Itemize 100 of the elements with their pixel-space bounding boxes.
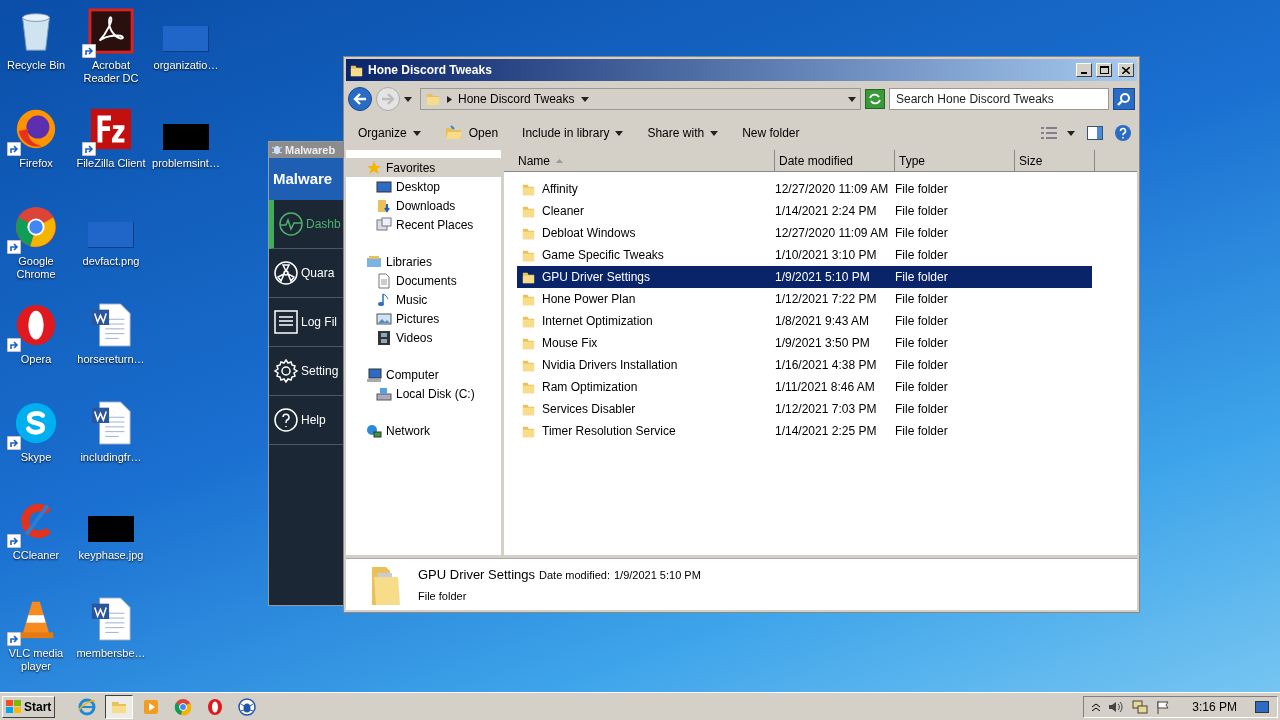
pdf-logo-icon (88, 8, 134, 54)
close-icon (1122, 66, 1130, 74)
column-header[interactable]: Type (895, 150, 1015, 171)
nav-item[interactable]: Desktop (346, 177, 501, 196)
toolbar-button[interactable]: Share with (637, 121, 729, 145)
start-button[interactable]: Start (2, 695, 56, 718)
desktop-icon-label[interactable]: keyphase.jpg (78, 549, 144, 562)
nav-group-item[interactable]: Favorites (346, 158, 501, 177)
date-value: 1/9/2021 5:10 PM (614, 567, 701, 583)
date-cell-text: 1/8/2021 9:43 AM (775, 313, 871, 330)
file-row[interactable]: Cleaner 1/14/2021 2:24 PM File folder (517, 200, 1092, 222)
desktop-icon-label[interactable]: Firefox (19, 157, 53, 170)
column-header[interactable]: Size (1015, 150, 1095, 171)
column-header[interactable]: Date modified (775, 150, 895, 171)
nav-item[interactable]: Downloads (346, 196, 501, 215)
type-cell-text: File folder (895, 291, 949, 308)
window-title: Hone Discord Tweaks (368, 62, 493, 79)
desktop-icon-label[interactable]: Acrobat Reader DC (73, 59, 149, 85)
file-row[interactable]: Timer Resolution Service 1/14/2021 2:25 PM File folder (517, 420, 1092, 442)
search-field[interactable]: Search Hone Discord Tweaks (889, 88, 1109, 110)
date-cell-text: 1/14/2021 2:25 PM (775, 423, 878, 440)
file-row[interactable]: Ram Optimization 1/11/2021 8:46 AM File folder (517, 376, 1092, 398)
folder-icon (425, 91, 441, 107)
desktop-icon-label[interactable]: FileZilla Client (76, 157, 146, 170)
date-cell-text: 1/16/2021 4:38 PM (775, 357, 878, 374)
file-row[interactable]: Game Specific Tweaks 1/10/2021 3:10 PM File folder (517, 244, 1092, 266)
image-thumbnail-icon (163, 124, 209, 150)
maximize-icon (1099, 66, 1109, 74)
document-icon (376, 272, 392, 289)
desktop-icon-label[interactable]: includingfr… (80, 451, 142, 464)
desktop-icon-label[interactable]: organizatio… (153, 59, 219, 72)
date-cell-text: 1/10/2021 3:10 PM (775, 247, 878, 264)
file-row[interactable]: Internet Optimization 1/8/2021 9:43 AM File folder (517, 310, 1092, 332)
toolbar-button[interactable]: Organize (348, 121, 431, 145)
nav-group-item[interactable]: Network (346, 421, 501, 440)
maximize-button[interactable] (1096, 63, 1112, 77)
desktop-icon-label[interactable]: CCleaner (12, 549, 60, 562)
file-row[interactable]: GPU Driver Settings 1/9/2021 5:10 PM File folder (517, 266, 1092, 288)
show-desktop-icon[interactable] (1255, 700, 1269, 713)
item-name: GPU Driver Settings (418, 565, 536, 584)
open-folder-icon (444, 125, 463, 141)
back-arrow-icon (353, 93, 367, 105)
ie-icon (78, 697, 97, 716)
toolbar-button[interactable]: New folder (732, 121, 810, 145)
type-cell-text: File folder (895, 379, 949, 396)
desktop-icon-label[interactable]: problemsint… (152, 157, 220, 170)
nav-item[interactable]: Pictures (346, 309, 501, 328)
file-row[interactable]: Debloat Windows 12/27/2020 11:09 AM File folder (517, 222, 1092, 244)
type-cell-text: File folder (895, 203, 949, 220)
chrome-icon (13, 204, 59, 250)
desktop-icon-label[interactable]: Skype (20, 451, 52, 464)
nav-group-item[interactable]: Libraries (346, 252, 501, 271)
network-icon (366, 422, 382, 439)
nav-item[interactable]: Local Disk (C:) (346, 384, 501, 403)
file-row[interactable]: Mouse Fix 1/9/2021 3:50 PM File folder (517, 332, 1092, 354)
file-row[interactable]: Nvidia Drivers Installation 1/16/2021 4:38 PM File folder (517, 354, 1092, 376)
pulse-icon (278, 211, 304, 237)
chevron-up-icon[interactable] (1092, 702, 1101, 711)
file-row[interactable]: Services Disabler 1/12/2021 7:03 PM File folder (517, 398, 1092, 420)
nav-group-item[interactable]: Computer (346, 365, 501, 384)
desktop-icon-label[interactable]: Google Chrome (0, 255, 74, 281)
type-cell-text: File folder (895, 313, 949, 330)
address-bar[interactable]: Hone Discord Tweaks (420, 88, 861, 110)
desktop-icon-label[interactable]: horsereturn… (77, 353, 145, 366)
nav-item[interactable]: Documents (346, 271, 501, 290)
file-row[interactable]: Affinity 12/27/2020 11:09 AM File folder (517, 178, 1092, 200)
desktop-icon-label[interactable]: membersbe… (76, 647, 146, 660)
image-thumbnail-icon (88, 516, 134, 542)
image-thumbnail-icon (163, 26, 209, 52)
file-name: Services Disabler (542, 401, 636, 418)
back-button[interactable] (348, 87, 372, 111)
nav-item[interactable]: Videos (346, 328, 501, 347)
taskbar-app-button[interactable] (105, 694, 134, 719)
close-button[interactable] (1118, 63, 1134, 77)
bug-icon (271, 144, 283, 156)
minimize-button[interactable] (1076, 63, 1092, 77)
desktop-icon-label[interactable]: VLC media player (0, 647, 74, 673)
file-row[interactable]: Hone Power Plan 1/12/2021 7:22 PM File folder (517, 288, 1092, 310)
nav-item[interactable]: Dashb (269, 200, 343, 249)
search-button[interactable] (1113, 88, 1135, 110)
column-header[interactable]: Name (504, 150, 775, 171)
filezilla-icon (88, 106, 134, 152)
desktop-icon-label[interactable]: devfact.png (82, 255, 140, 268)
desktop-icon-label[interactable]: Opera (20, 353, 52, 366)
refresh-button[interactable] (865, 89, 885, 109)
logo-text: Malware (273, 168, 333, 189)
clock[interactable]: 3:16 PM (1192, 697, 1237, 716)
speaker-icon[interactable] (1108, 699, 1125, 714)
network-icon[interactable] (1132, 699, 1149, 714)
nav-item[interactable]: Music (346, 290, 501, 309)
date-cell-text: 1/11/2021 8:46 AM (775, 379, 876, 396)
star-icon (366, 159, 382, 176)
library-icon (366, 253, 382, 270)
desktop-icon-label[interactable]: Recycle Bin (6, 59, 66, 72)
toolbar-button[interactable]: Include in library (512, 121, 634, 145)
flag-icon[interactable] (1156, 699, 1171, 714)
nav-item[interactable]: Recent Places (346, 215, 501, 234)
type-cell-text: File folder (895, 247, 949, 264)
toolbar-button[interactable]: Open (434, 121, 509, 145)
minimize-icon (1081, 72, 1087, 74)
